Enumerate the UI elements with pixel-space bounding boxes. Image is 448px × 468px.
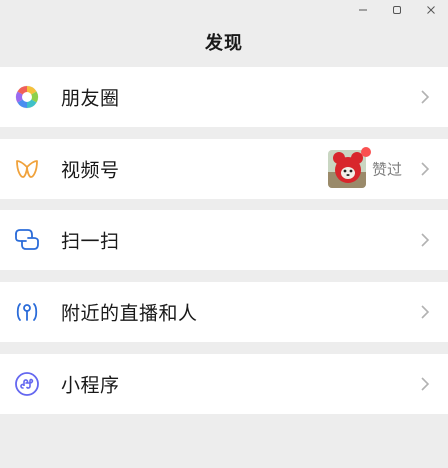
menu-item-mini-program[interactable]: 小程序 [0,354,448,414]
menu-label-moments: 朋友圈 [61,87,120,110]
page-header: 发现 [0,18,448,66]
menu-item-scan[interactable]: 扫一扫 [0,210,448,270]
chevron-right-icon [421,233,430,247]
chevron-right-icon [421,162,430,176]
mini-program-icon [14,371,40,397]
close-button[interactable] [414,0,448,20]
minimize-button[interactable] [346,0,380,20]
new-notification-dot [361,147,371,157]
moments-aperture-icon [14,84,40,110]
menu-item-moments[interactable]: 朋友圈 [0,67,448,127]
chevron-right-icon [421,305,430,319]
maximize-button[interactable] [380,0,414,20]
window-controls [346,0,448,20]
menu-label-nearby: 附近的直播和人 [61,302,198,325]
close-icon [427,6,435,14]
chevron-right-icon [421,377,430,391]
video-thumbnail[interactable] [328,150,366,188]
chevron-right-icon [421,90,430,104]
channels-status-text: 赞过 [372,160,403,179]
page-title: 发现 [205,33,243,54]
menu-label-scan: 扫一扫 [61,230,120,253]
menu-item-nearby[interactable]: 附近的直播和人 [0,282,448,342]
nearby-location-icon [14,299,40,325]
minimize-icon [359,9,367,11]
scan-icon [14,227,40,253]
maximize-icon [393,6,401,14]
channels-butterfly-icon [14,156,40,182]
menu-item-channels[interactable]: 视频号 赞过 [0,139,448,199]
menu-label-mini-program: 小程序 [61,374,120,397]
menu-label-channels: 视频号 [61,159,120,182]
